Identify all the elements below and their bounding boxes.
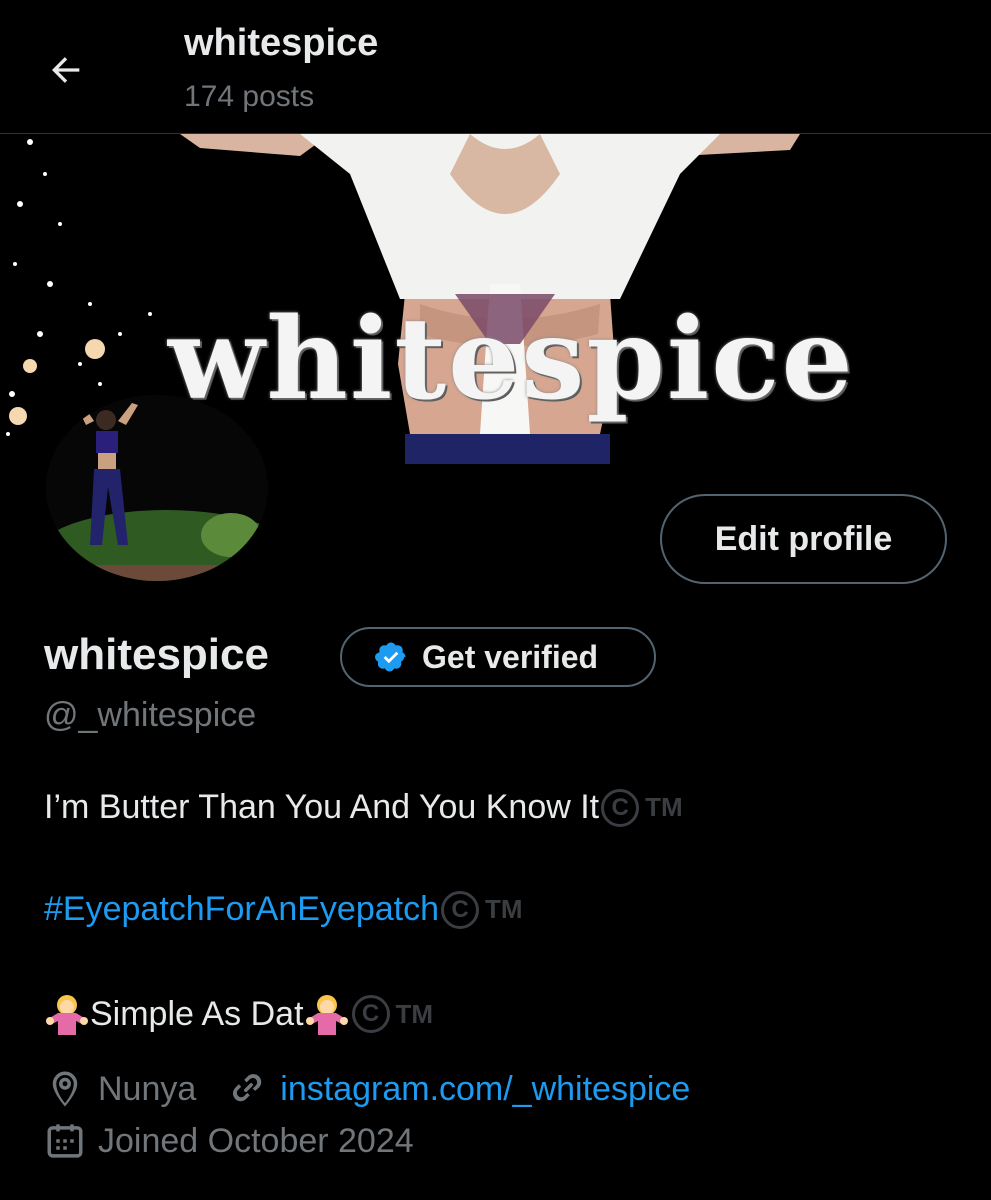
copyright-icon: C <box>351 995 390 1033</box>
profile-meta-row: Nunya instagram.com/_whitespice <box>44 1068 690 1110</box>
header-post-count: 174 posts <box>184 80 315 113</box>
bio-text-1: I’m Butter Than You And You Know It <box>44 788 600 826</box>
profile-header: whitespice 174 posts <box>0 0 991 134</box>
avatar-photo <box>46 395 268 581</box>
location-pin-icon <box>52 1071 78 1107</box>
avatar[interactable] <box>46 395 268 581</box>
shrug-emoji-icon <box>46 995 88 1035</box>
website-link[interactable]: instagram.com/_whitespice <box>280 1070 690 1109</box>
location-text: Nunya <box>98 1069 197 1108</box>
profile-meta-row: Joined October 2024 <box>44 1120 414 1162</box>
joined-date-text: Joined October 2024 <box>98 1121 414 1160</box>
calendar-icon <box>47 1124 83 1158</box>
edit-profile-button[interactable]: Edit profile <box>660 494 947 584</box>
trademark-text: TM <box>645 792 683 822</box>
user-handle: @_whitespice <box>44 696 257 734</box>
bio-line-1: I’m Butter Than You And You Know It C TM <box>44 788 683 827</box>
bio-text-3: Simple As Dat <box>90 994 304 1033</box>
trademark-text: TM <box>485 894 523 924</box>
bio-line-3: Simple As Dat C TM <box>44 991 433 1037</box>
banner-logo-text: whitespice <box>168 294 855 425</box>
trademark-text: TM <box>395 998 434 1029</box>
hashtag-link[interactable]: #EyepatchForAnEyepatch <box>44 890 439 929</box>
back-button[interactable] <box>40 44 92 96</box>
back-arrow-icon <box>52 57 80 83</box>
bio-line-2: #EyepatchForAnEyepatch C TM <box>44 890 523 929</box>
copyright-icon: C <box>441 890 480 929</box>
header-title: whitespice <box>184 22 379 64</box>
shrug-emoji-icon <box>305 995 348 1035</box>
verified-badge-icon <box>375 642 406 672</box>
link-icon <box>233 1074 262 1102</box>
copyright-icon: C <box>601 788 640 827</box>
get-verified-label: Get verified <box>422 638 599 675</box>
get-verified-button[interactable]: Get verified <box>340 627 656 687</box>
display-name: whitespice <box>44 630 269 679</box>
